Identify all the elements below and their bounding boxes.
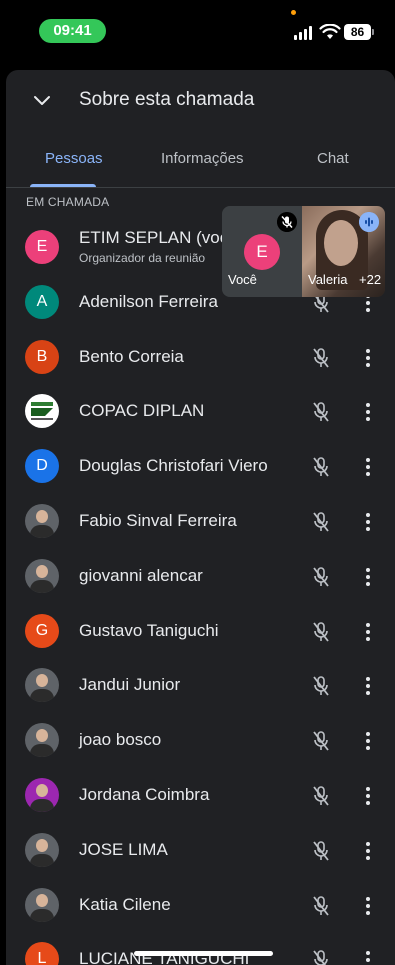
participant-row[interactable]: Jandui Junior (6, 658, 395, 713)
participant-row[interactable]: JOSE LIMA (6, 823, 395, 878)
participant-name: Adenilson Ferreira (79, 291, 218, 311)
sheet-header: Sobre esta chamada (6, 70, 395, 132)
tab-info[interactable]: Informações (161, 150, 244, 167)
participant-name: Jordana Coimbra (79, 785, 210, 804)
more-options-icon[interactable] (365, 401, 371, 423)
cellular-signal-icon (294, 26, 314, 40)
more-options-icon[interactable] (365, 621, 371, 643)
participant-face (324, 220, 358, 266)
others-count: +22 (359, 272, 382, 287)
mic-off-icon[interactable] (311, 621, 331, 643)
privacy-indicator-dot (291, 10, 296, 15)
participant-name: Douglas Christofari Viero (79, 456, 268, 476)
participant-avatar (25, 558, 59, 593)
participant-name: Katia Cilene (79, 894, 171, 914)
home-indicator[interactable] (134, 951, 273, 956)
participant-avatar: E (25, 230, 59, 264)
participant-name: giovanni alencar (79, 565, 203, 585)
participant-avatar: B (25, 339, 59, 374)
status-bar: 09:41 86 (0, 0, 395, 66)
battery-level: 86 (344, 24, 371, 40)
other-video-tile[interactable]: Valeria +22 (302, 206, 385, 297)
participant-name: joao bosco (79, 730, 162, 750)
tab-chat[interactable]: Chat (317, 150, 349, 167)
self-avatar: E (244, 234, 280, 270)
more-options-icon[interactable] (365, 785, 371, 807)
participant-name: COPAC DIPLAN (79, 401, 205, 421)
more-options-icon[interactable] (365, 566, 371, 588)
mic-off-icon[interactable] (311, 456, 331, 478)
participant-name: ETIM SEPLAN (você) (79, 228, 244, 247)
mic-off-icon (277, 212, 297, 232)
participant-avatar (25, 832, 59, 867)
other-tile-label: Valeria (308, 272, 348, 287)
self-video-tile[interactable]: E Você (222, 206, 302, 297)
participant-avatar: L (25, 942, 59, 965)
speaking-indicator-icon (359, 212, 379, 232)
status-time[interactable]: 09:41 (39, 19, 106, 43)
participant-name: JOSE LIMA (79, 839, 168, 859)
more-options-icon[interactable] (365, 730, 371, 752)
participant-name: Bento Correia (79, 346, 184, 366)
mic-off-icon[interactable] (311, 730, 331, 752)
participant-row[interactable]: Katia Cilene (6, 878, 395, 933)
in-call-section-label: EM CHAMADA (26, 195, 110, 209)
mic-off-icon[interactable] (311, 401, 331, 423)
participant-avatar (25, 504, 59, 538)
participant-row[interactable]: Fabio Sinval Ferreira (6, 494, 395, 549)
wifi-icon (319, 24, 341, 39)
mic-off-icon[interactable] (311, 895, 331, 917)
participant-avatar (25, 887, 59, 922)
chevron-down-icon[interactable] (33, 92, 51, 110)
active-tab-indicator (30, 184, 96, 187)
more-options-icon[interactable] (365, 895, 371, 917)
participant-row[interactable]: Jordana Coimbra (6, 768, 395, 823)
about-call-sheet: Sobre esta chamada Pessoas Informações C… (6, 70, 395, 965)
tab-bar: Pessoas Informações Chat (6, 142, 395, 188)
more-options-icon[interactable] (365, 347, 371, 369)
more-options-icon[interactable] (365, 511, 371, 533)
mic-off-icon[interactable] (311, 347, 331, 369)
participant-avatar: D (25, 449, 59, 484)
sheet-title: Sobre esta chamada (79, 89, 255, 110)
more-options-icon[interactable] (365, 949, 371, 965)
participant-row[interactable]: B Bento Correia (6, 330, 395, 385)
participant-avatar (25, 723, 59, 758)
participant-avatar (25, 394, 59, 429)
participant-avatar (25, 668, 59, 703)
tab-people[interactable]: Pessoas (45, 150, 103, 167)
self-tile-label: Você (228, 272, 257, 287)
participant-role: Organizador da reunião (79, 251, 206, 265)
mic-off-icon[interactable] (311, 566, 331, 588)
battery-tip (372, 29, 374, 35)
participant-name: Gustavo Taniguchi (79, 620, 219, 640)
mic-off-icon[interactable] (311, 511, 331, 533)
participant-row[interactable]: G Gustavo Taniguchi (6, 604, 395, 659)
mic-off-icon[interactable] (311, 675, 331, 697)
participant-name: Jandui Junior (79, 675, 181, 695)
participant-row[interactable]: joao bosco (6, 713, 395, 768)
more-options-icon[interactable] (365, 456, 371, 478)
more-options-icon[interactable] (365, 840, 371, 862)
mic-off-icon[interactable] (311, 785, 331, 807)
participant-name: Fabio Sinval Ferreira (79, 511, 237, 530)
mic-off-icon[interactable] (311, 840, 331, 862)
participant-row[interactable]: L LUCIANE TANIGUCHI (6, 932, 395, 965)
participant-row[interactable]: giovanni alencar (6, 549, 395, 604)
participant-avatar (25, 778, 59, 812)
participant-avatar: G (25, 613, 59, 648)
participant-row[interactable]: COPAC DIPLAN (6, 384, 395, 439)
video-preview[interactable]: E Você Valeria +22 (222, 206, 385, 297)
participant-row[interactable]: D Douglas Christofari Viero (6, 439, 395, 494)
mic-off-icon[interactable] (311, 949, 331, 965)
participant-avatar: A (25, 284, 59, 319)
more-options-icon[interactable] (365, 675, 371, 697)
organization-logo-icon (31, 402, 53, 421)
